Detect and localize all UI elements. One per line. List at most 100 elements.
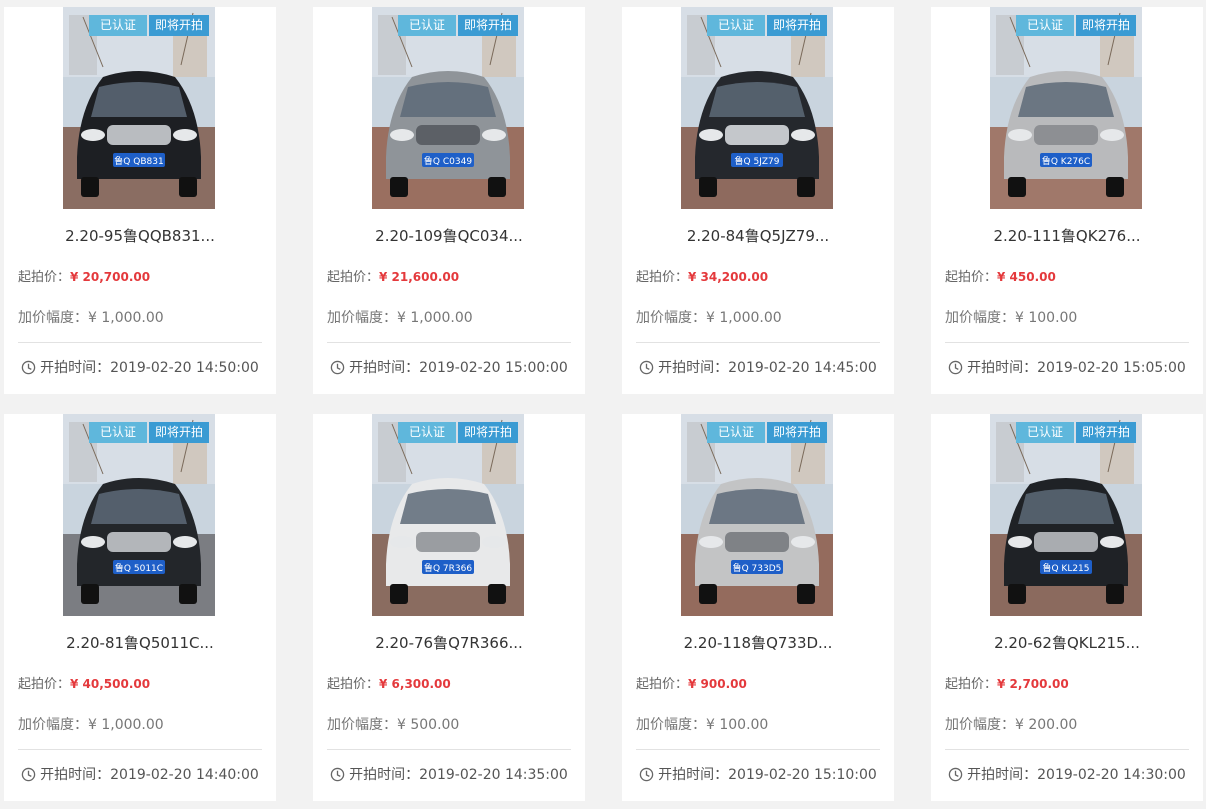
start-time-value: 2019-02-20 15:10:00 [728, 767, 877, 783]
start-price-value: ¥ 34,200.00 [688, 270, 769, 284]
auction-card[interactable]: 鲁Q K276C 已认证 即将开拍 2.20-111鲁QK276... 起拍价：… [931, 7, 1203, 394]
upcoming-badge: 即将开拍 [149, 15, 209, 36]
increment-value: ¥ 1,000.00 [397, 310, 473, 326]
start-price-row: 起拍价：¥ 34,200.00 [636, 266, 768, 285]
increment-value: ¥ 100.00 [1015, 310, 1078, 326]
start-time-row: 开拍时间：2019-02-20 14:50:00 [4, 357, 276, 377]
start-price-label: 起拍价： [18, 677, 71, 692]
start-time-label: 开拍时间： [349, 360, 420, 376]
car-photo[interactable]: 鲁Q C0349 [372, 7, 524, 209]
auction-card[interactable]: 鲁Q 5011C 已认证 即将开拍 2.20-81鲁Q5011C... 起拍价：… [4, 414, 276, 801]
start-time-label: 开拍时间： [658, 360, 729, 376]
certified-badge: 已认证 [1016, 15, 1074, 36]
card-title[interactable]: 2.20-95鲁QQB831... [4, 225, 276, 246]
start-time-label: 开拍时间： [967, 767, 1038, 783]
start-time-value: 2019-02-20 14:30:00 [1037, 767, 1186, 783]
increment-value: ¥ 1,000.00 [88, 310, 164, 326]
card-title[interactable]: 2.20-84鲁Q5JZ79... [622, 225, 894, 246]
car-photo-wrap[interactable]: 鲁Q KL215 [990, 414, 1142, 616]
clock-icon [21, 360, 36, 375]
car-photo-wrap[interactable]: 鲁Q QB831 [63, 7, 215, 209]
car-photo[interactable]: 鲁Q KL215 [990, 414, 1142, 616]
auction-card[interactable]: 鲁Q KL215 已认证 即将开拍 2.20-62鲁QKL215... 起拍价：… [931, 414, 1203, 801]
svg-text:鲁Q 5011C: 鲁Q 5011C [115, 562, 163, 574]
clock-icon [330, 767, 345, 782]
start-time-value: 2019-02-20 14:50:00 [110, 360, 259, 376]
car-photo[interactable]: 鲁Q QB831 [63, 7, 215, 209]
auction-card[interactable]: 鲁Q 5JZ79 已认证 即将开拍 2.20-84鲁Q5JZ79... 起拍价：… [622, 7, 894, 394]
increment-row: 加价幅度：¥ 1,000.00 [18, 714, 164, 734]
svg-text:鲁Q 733D5: 鲁Q 733D5 [733, 562, 782, 574]
increment-value: ¥ 500.00 [397, 717, 460, 733]
car-photo[interactable]: 鲁Q K276C [990, 7, 1142, 209]
card-title[interactable]: 2.20-109鲁QC034... [313, 225, 585, 246]
start-price-row: 起拍价：¥ 900.00 [636, 673, 747, 692]
car-photo-wrap[interactable]: 鲁Q C0349 [372, 7, 524, 209]
car-photo-wrap[interactable]: 鲁Q 5011C [63, 414, 215, 616]
car-photo-wrap[interactable]: 鲁Q 7R366 [372, 414, 524, 616]
car-photo-wrap[interactable]: 鲁Q 5JZ79 [681, 7, 833, 209]
clock-icon [948, 360, 963, 375]
start-price-row: 起拍价：¥ 450.00 [945, 266, 1056, 285]
divider [327, 342, 571, 343]
card-title[interactable]: 2.20-111鲁QK276... [931, 225, 1203, 246]
start-price-label: 起拍价： [327, 677, 380, 692]
increment-label: 加价幅度： [18, 310, 88, 326]
increment-label: 加价幅度： [945, 717, 1015, 733]
increment-value: ¥ 1,000.00 [88, 717, 164, 733]
increment-label: 加价幅度： [945, 310, 1015, 326]
auction-card[interactable]: 鲁Q C0349 已认证 即将开拍 2.20-109鲁QC034... 起拍价：… [313, 7, 585, 394]
divider [327, 749, 571, 750]
start-time-value: 2019-02-20 14:40:00 [110, 767, 259, 783]
divider [636, 342, 880, 343]
certified-badge: 已认证 [707, 15, 765, 36]
car-photo-wrap[interactable]: 鲁Q K276C [990, 7, 1142, 209]
car-photo[interactable]: 鲁Q 5JZ79 [681, 7, 833, 209]
start-price-label: 起拍价： [945, 270, 998, 285]
start-price-row: 起拍价：¥ 6,300.00 [327, 673, 451, 692]
card-title[interactable]: 2.20-118鲁Q733D... [622, 632, 894, 653]
start-time-row: 开拍时间：2019-02-20 14:35:00 [313, 764, 585, 784]
svg-text:鲁Q 7R366: 鲁Q 7R366 [424, 562, 472, 574]
certified-badge: 已认证 [1016, 422, 1074, 443]
card-title[interactable]: 2.20-81鲁Q5011C... [4, 632, 276, 653]
start-price-value: ¥ 2,700.00 [997, 677, 1069, 691]
increment-label: 加价幅度： [18, 717, 88, 733]
start-price-value: ¥ 40,500.00 [70, 677, 151, 691]
card-title[interactable]: 2.20-62鲁QKL215... [931, 632, 1203, 653]
start-price-value: ¥ 900.00 [688, 677, 747, 691]
start-price-row: 起拍价：¥ 2,700.00 [945, 673, 1069, 692]
certified-badge: 已认证 [89, 422, 147, 443]
start-price-row: 起拍价：¥ 20,700.00 [18, 266, 150, 285]
start-price-value: ¥ 21,600.00 [379, 270, 460, 284]
increment-row: 加价幅度：¥ 200.00 [945, 714, 1077, 734]
car-photo-wrap[interactable]: 鲁Q 733D5 [681, 414, 833, 616]
auction-card[interactable]: 鲁Q QB831 已认证 即将开拍 2.20-95鲁QQB831... 起拍价：… [4, 7, 276, 394]
increment-value: ¥ 1,000.00 [706, 310, 782, 326]
car-photo[interactable]: 鲁Q 7R366 [372, 414, 524, 616]
start-price-row: 起拍价：¥ 40,500.00 [18, 673, 150, 692]
svg-text:鲁Q KL215: 鲁Q KL215 [1042, 562, 1089, 574]
start-time-label: 开拍时间： [349, 767, 420, 783]
increment-row: 加价幅度：¥ 100.00 [636, 714, 768, 734]
card-title[interactable]: 2.20-76鲁Q7R366... [313, 632, 585, 653]
divider [945, 749, 1189, 750]
clock-icon [639, 360, 654, 375]
clock-icon [330, 360, 345, 375]
start-time-label: 开拍时间： [40, 767, 111, 783]
clock-icon [21, 767, 36, 782]
start-time-value: 2019-02-20 14:35:00 [419, 767, 568, 783]
svg-text:鲁Q QB831: 鲁Q QB831 [114, 155, 163, 167]
start-time-row: 开拍时间：2019-02-20 14:40:00 [4, 764, 276, 784]
auction-grid: 鲁Q QB831 已认证 即将开拍 2.20-95鲁QQB831... 起拍价：… [0, 0, 1206, 809]
increment-label: 加价幅度： [327, 717, 397, 733]
clock-icon [948, 767, 963, 782]
car-photo[interactable]: 鲁Q 5011C [63, 414, 215, 616]
car-photo[interactable]: 鲁Q 733D5 [681, 414, 833, 616]
auction-card[interactable]: 鲁Q 733D5 已认证 即将开拍 2.20-118鲁Q733D... 起拍价：… [622, 414, 894, 801]
certified-badge: 已认证 [707, 422, 765, 443]
auction-card[interactable]: 鲁Q 7R366 已认证 即将开拍 2.20-76鲁Q7R366... 起拍价：… [313, 414, 585, 801]
upcoming-badge: 即将开拍 [149, 422, 209, 443]
increment-label: 加价幅度： [636, 310, 706, 326]
increment-label: 加价幅度： [327, 310, 397, 326]
